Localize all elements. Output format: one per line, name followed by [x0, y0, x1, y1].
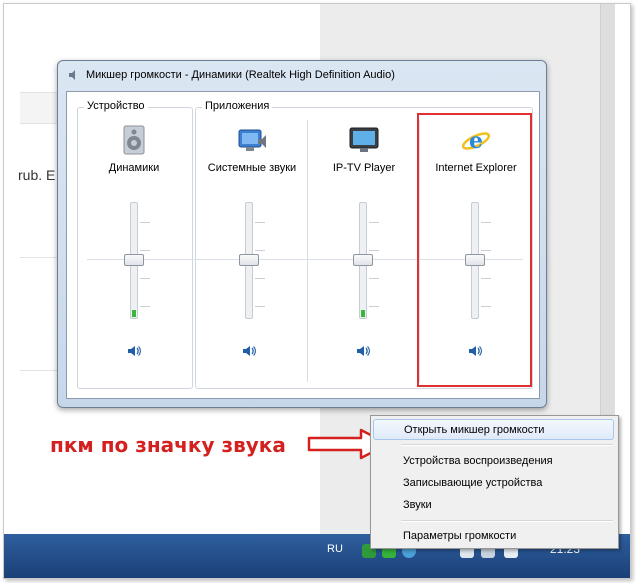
menu-separator	[401, 520, 613, 522]
channel-system-sounds: Системные звуки	[196, 124, 308, 174]
speaker-device-icon	[118, 124, 150, 156]
device-group-label: Устройство	[84, 100, 148, 112]
menu-item-open-mixer[interactable]: Открыть микшер громкости	[373, 419, 614, 440]
context-menu: Открыть микшер громкости Устройства восп…	[370, 415, 619, 549]
system-sounds-icon	[236, 124, 268, 156]
menu-separator	[401, 444, 613, 446]
channel-label: IP-TV Player	[332, 162, 396, 174]
slider-tick	[255, 222, 265, 223]
menu-item-recording-devices[interactable]: Записывающие устройства	[373, 473, 614, 494]
peak-meter-fill	[361, 310, 365, 317]
menu-item-sounds[interactable]: Звуки	[373, 495, 614, 516]
channel-label: Системные звуки	[207, 162, 297, 174]
slider-tick	[140, 278, 150, 279]
slider-tick	[140, 222, 150, 223]
volume-slider-thumb[interactable]	[239, 254, 259, 266]
mute-speaker-icon[interactable]	[127, 344, 141, 358]
annotation-text: пкм по значку звука	[50, 433, 286, 457]
slider-tick	[255, 306, 265, 307]
peak-meter-fill	[132, 310, 136, 317]
applications-group-label: Приложения	[202, 100, 273, 112]
menu-item-volume-settings[interactable]: Параметры громкости	[373, 526, 614, 547]
window-title: Микшер громкости - Динамики (Realtek Hig…	[86, 69, 395, 81]
channel-ip-tv: IP-TV Player	[308, 124, 420, 174]
slider-tick	[369, 278, 379, 279]
mute-speaker-icon[interactable]	[242, 344, 256, 358]
highlight-rectangle	[417, 113, 532, 387]
slider-tick	[369, 250, 379, 251]
speaker-icon	[69, 70, 75, 80]
volume-slider-thumb[interactable]	[124, 254, 144, 266]
background-partial-text: rub. E	[18, 167, 56, 183]
volume-slider-thumb[interactable]	[353, 254, 373, 266]
slider-tick	[140, 306, 150, 307]
slider-tick	[369, 306, 379, 307]
slider-tick	[255, 250, 265, 251]
language-indicator[interactable]: RU	[327, 543, 343, 555]
channel-label: Динамики	[108, 162, 160, 174]
mute-speaker-icon[interactable]	[356, 344, 370, 358]
tv-monitor-icon	[348, 124, 380, 156]
menu-item-playback-devices[interactable]: Устройства воспроизведения	[373, 451, 614, 472]
screenshot-frame: rub. E RU 21:23 Микшер громкости - Динам…	[3, 3, 631, 579]
slider-tick	[369, 222, 379, 223]
channel-device: Динамики	[78, 124, 190, 174]
slider-tick	[255, 278, 265, 279]
slider-tick	[140, 250, 150, 251]
